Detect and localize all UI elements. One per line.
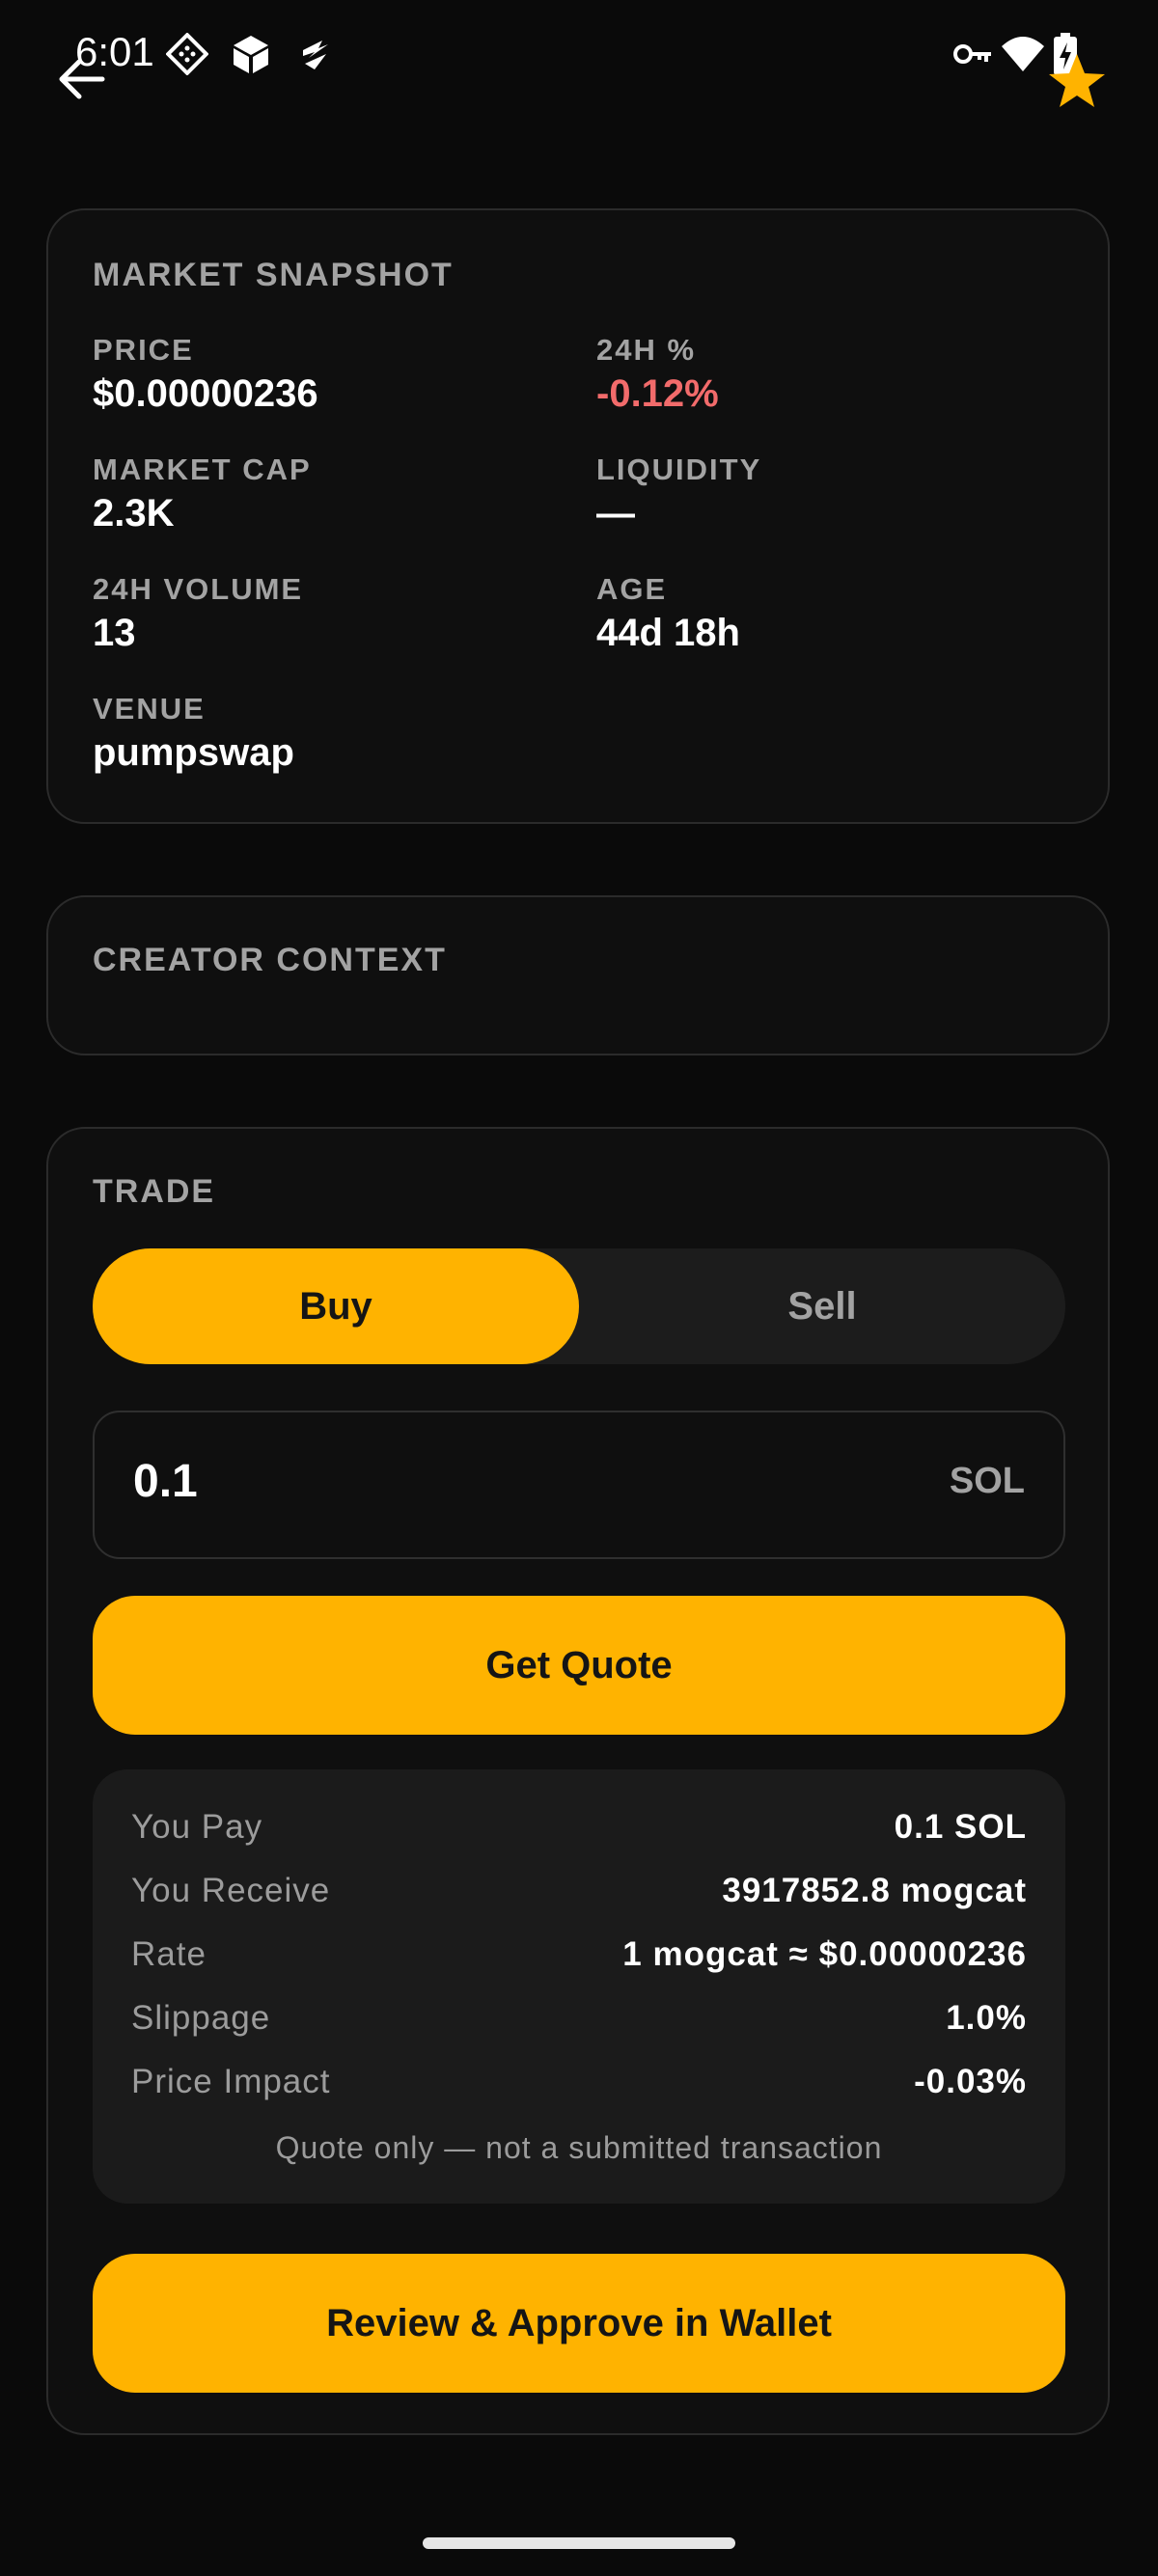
stat-label-market-cap: MARKET CAP (93, 452, 312, 486)
quote-value: 1.0% (946, 1999, 1027, 2037)
stat-label-age: AGE (596, 572, 668, 606)
status-bar: 6:01 (0, 0, 1158, 106)
quote-row-price-impact: Price Impact -0.03% (131, 2063, 1027, 2111)
stat-label-24h-volume: 24H VOLUME (93, 572, 304, 606)
quote-row-you-pay: You Pay 0.1 SOL (131, 1808, 1027, 1856)
market-snapshot-card: MARKET SNAPSHOT PRICE $0.00000236 24H % … (46, 208, 1110, 824)
buy-tab[interactable]: Buy (93, 1248, 579, 1364)
creator-context-card: CREATOR CONTEXT (46, 895, 1110, 1055)
stat-value-24h-change: -0.12% (596, 372, 719, 415)
quote-value: 3917852.8 mogcat (722, 1872, 1027, 1909)
card-title: TRADE (93, 1173, 216, 1210)
quote-label: Price Impact (131, 2063, 331, 2100)
cube-icon (234, 36, 268, 73)
back-button[interactable] (54, 50, 112, 108)
quote-disclaimer: Quote only — not a submitted transaction (275, 2130, 883, 2165)
sell-tab[interactable]: Sell (579, 1248, 1065, 1364)
quote-label: You Pay (131, 1808, 263, 1846)
quote-label: Slippage (131, 1999, 271, 2037)
get-quote-button[interactable]: Get Quote (93, 1596, 1065, 1735)
quote-value: -0.03% (914, 2063, 1027, 2100)
lightning-icon (303, 41, 328, 69)
quote-row-you-receive: You Receive 3917852.8 mogcat (131, 1872, 1027, 1920)
quote-row-rate: Rate 1 mogcat ≈ $0.00000236 (131, 1935, 1027, 1984)
stat-label-24h-change: 24H % (596, 333, 697, 367)
card-title: MARKET SNAPSHOT (93, 257, 454, 293)
stat-label-venue: VENUE (93, 692, 206, 726)
stat-value-market-cap: 2.3K (93, 492, 175, 534)
quote-label: You Receive (131, 1872, 331, 1909)
stat-value-age: 44d 18h (596, 612, 740, 654)
quote-value: 1 mogcat ≈ $0.00000236 (622, 1935, 1027, 1973)
quote-label: Rate (131, 1935, 207, 1973)
stat-value-venue: pumpswap (93, 731, 294, 774)
quote-panel: You Pay 0.1 SOL You Receive 3917852.8 mo… (93, 1769, 1065, 2204)
stat-value-liquidity: — (596, 492, 635, 534)
amount-input[interactable]: 0.1 SOL (93, 1411, 1065, 1559)
stat-label-liquidity: LIQUIDITY (596, 452, 762, 486)
card-title: CREATOR CONTEXT (93, 942, 447, 978)
stat-value-24h-volume: 13 (93, 612, 136, 654)
home-indicator[interactable] (423, 2537, 735, 2549)
trade-card: TRADE Buy Sell 0.1 SOL Get Quote You Pay… (46, 1127, 1110, 2435)
amount-unit: SOL (949, 1461, 1025, 1501)
diamond-grid-icon (166, 33, 208, 75)
buy-sell-toggle: Buy Sell (93, 1248, 1065, 1364)
star-icon (1049, 54, 1105, 107)
review-approve-button[interactable]: Review & Approve in Wallet (93, 2254, 1065, 2393)
amount-value[interactable]: 0.1 (133, 1455, 198, 1508)
stat-label-price: PRICE (93, 333, 194, 367)
arrow-left-icon (59, 59, 105, 99)
quote-row-slippage: Slippage 1.0% (131, 1999, 1027, 2047)
key-icon (953, 44, 991, 64)
favorite-button[interactable] (1045, 50, 1109, 114)
stat-value-price: $0.00000236 (93, 372, 318, 415)
quote-value: 0.1 SOL (894, 1808, 1027, 1846)
wifi-icon (1002, 37, 1044, 71)
